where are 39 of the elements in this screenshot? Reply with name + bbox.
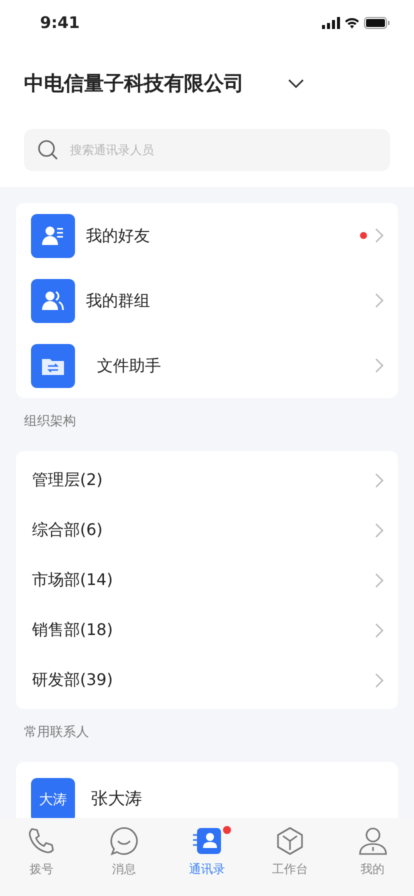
phone-icon bbox=[26, 826, 56, 856]
chevron-right-icon bbox=[375, 293, 384, 308]
department-item[interactable]: 市场部(14) bbox=[16, 555, 398, 605]
chevron-right-icon bbox=[375, 572, 384, 588]
department-item[interactable]: 综合部(6) bbox=[16, 505, 398, 555]
contact-name[interactable]: 张大涛 bbox=[91, 787, 142, 813]
contact-menu-item[interactable]: 我的好友 bbox=[16, 203, 398, 268]
contact-menu-item[interactable]: 文件助手 bbox=[16, 333, 398, 398]
battery-icon bbox=[364, 16, 390, 28]
address-book-icon bbox=[192, 826, 222, 856]
company-name: 中电信量子科技有限公司 bbox=[24, 70, 244, 97]
section-title: 常用联系人 bbox=[23, 724, 90, 742]
section-title: 组织架构 bbox=[23, 413, 77, 431]
chevron-right-icon bbox=[375, 622, 384, 638]
department-item[interactable]: 研发部(39) bbox=[16, 655, 398, 705]
menu-label: 我的好友 bbox=[85, 224, 151, 246]
status-time: 9:41 bbox=[40, 12, 80, 34]
chevron-right-icon bbox=[375, 358, 384, 373]
chat-bubble-icon bbox=[109, 826, 140, 856]
signal-icon bbox=[322, 16, 340, 28]
folder-icon bbox=[31, 344, 75, 388]
chevron-right-icon bbox=[375, 522, 384, 538]
person-icon bbox=[358, 826, 388, 856]
menu-label: 我的群组 bbox=[85, 290, 151, 312]
search-icon bbox=[37, 139, 59, 161]
department-item[interactable]: 管理层(2) bbox=[16, 455, 398, 505]
people-icon bbox=[31, 278, 75, 322]
search-field[interactable]: 搜索通讯录人员 bbox=[24, 129, 390, 171]
menu-label: 文件助手 bbox=[96, 354, 162, 376]
contact-avatar: 大涛 bbox=[31, 778, 75, 818]
cube-icon bbox=[274, 826, 305, 856]
department-item[interactable]: 销售部(18) bbox=[16, 605, 398, 655]
chevron-right-icon bbox=[375, 672, 384, 688]
contact-menu-item[interactable]: 我的群组 bbox=[16, 268, 398, 333]
chevron-right-icon bbox=[375, 472, 384, 488]
chevron-right-icon bbox=[375, 228, 384, 243]
person-list-icon bbox=[31, 214, 75, 258]
wifi-icon bbox=[344, 16, 360, 28]
chevron-down-icon bbox=[288, 78, 304, 89]
